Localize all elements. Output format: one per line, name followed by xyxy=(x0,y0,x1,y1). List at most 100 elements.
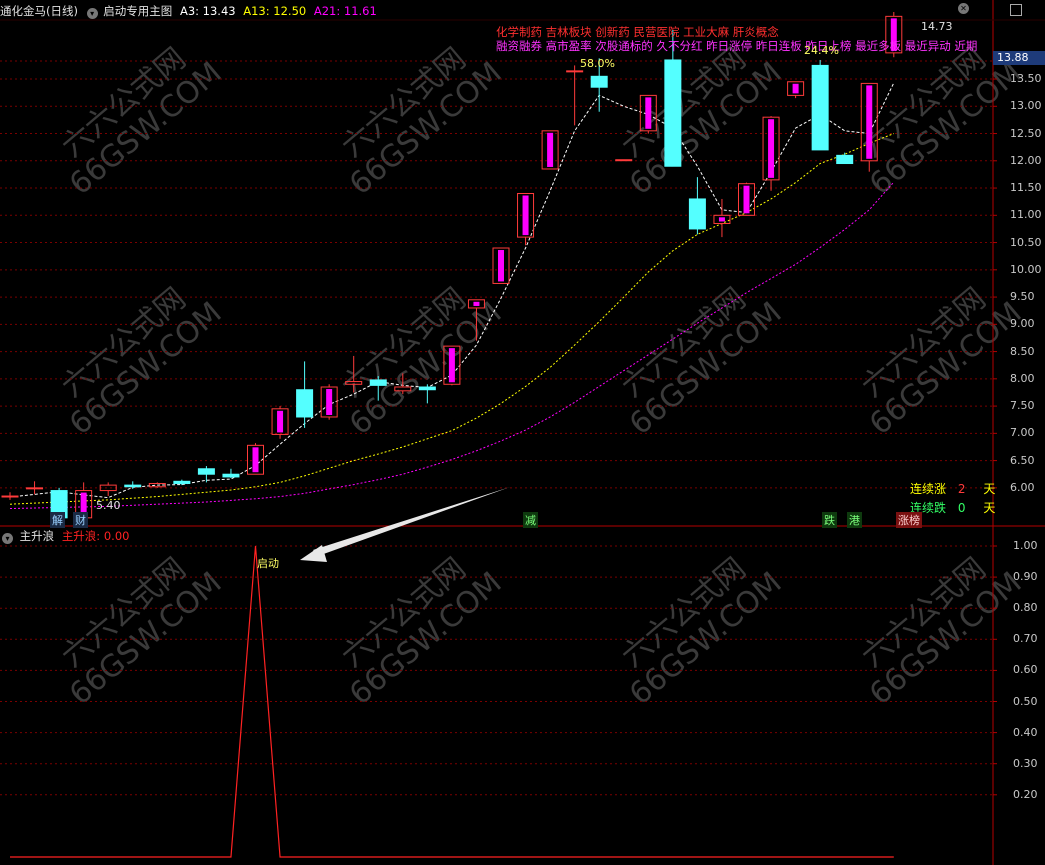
start-signal-label: 启动 xyxy=(257,557,279,570)
pointer-arrow-layer xyxy=(300,487,510,562)
sub-tick-label: 0.20 xyxy=(1013,787,1038,801)
price-tick-label: 7.00 xyxy=(1010,426,1035,440)
candle xyxy=(124,481,142,489)
candle-body-down xyxy=(296,389,314,418)
sub-tick-label: 0.40 xyxy=(1013,725,1038,739)
candle-body-fill xyxy=(277,410,284,433)
chart-canvas[interactable]: 六六公式网66GSW.COM 六六公式网66GSW.COM 六六公式网66GSW.C… xyxy=(0,0,1045,865)
price-tick-label: 10.00 xyxy=(1010,262,1042,276)
event-tag-gang[interactable]: 港 xyxy=(847,512,862,528)
candle-body-down xyxy=(811,64,829,151)
chevron-down-icon[interactable]: ▾ xyxy=(2,533,13,544)
candle xyxy=(713,198,731,238)
candle xyxy=(99,482,117,497)
candle-body-fill xyxy=(768,119,775,178)
sub-chart-header: ▾ 主升浪 主升浪: 0.00 xyxy=(0,528,129,544)
price-tick-label: 10.50 xyxy=(1010,235,1042,249)
streak-up-unit: 天 xyxy=(983,482,996,496)
candle xyxy=(541,130,559,170)
streak-up-value: 2 xyxy=(957,482,966,496)
watermark: 六六公式网66GSW.COM xyxy=(615,281,788,442)
watermark: 六六公式网66GSW.COM xyxy=(335,551,508,712)
indicator-title[interactable]: 启动专用主图 xyxy=(103,4,172,18)
price-tick-label: 13.00 xyxy=(1010,99,1042,113)
watermark: 六六公式网66GSW.COM xyxy=(335,41,508,202)
ma3-label: A3: 13.43 xyxy=(179,4,236,18)
gain-58-label: 58.0% xyxy=(580,57,615,70)
candle xyxy=(762,116,780,191)
price-tick-label: 6.50 xyxy=(1010,453,1035,467)
candle-body-down xyxy=(222,473,240,478)
sub-tick-label: 0.50 xyxy=(1013,694,1038,708)
candle-body-fill xyxy=(743,185,750,214)
price-tick-label: 9.00 xyxy=(1010,317,1035,331)
candle xyxy=(271,406,289,439)
candle xyxy=(615,159,633,162)
candle xyxy=(26,481,44,495)
current-price-label: 13.88 xyxy=(993,51,1045,65)
streak-down-value: 0 xyxy=(957,501,966,515)
candle-body-down xyxy=(173,480,191,484)
candle-body-down xyxy=(197,468,215,475)
watermark: 六六公式网66GSW.COM xyxy=(855,551,1028,712)
streak-up-label: 连续涨 xyxy=(910,482,947,496)
candle xyxy=(836,152,854,165)
candle xyxy=(247,443,264,475)
candle xyxy=(811,59,829,151)
watermark: 六六公式网66GSW.COM xyxy=(855,281,1028,442)
candle-body-fill xyxy=(718,217,725,222)
candle xyxy=(296,361,314,428)
sub-tick-label: 0.90 xyxy=(1013,570,1038,584)
sub-chart-title[interactable]: 主升浪 xyxy=(20,529,55,543)
watermark: 六六公式网66GSW.COM xyxy=(55,551,228,712)
price-tick-label: 9.50 xyxy=(1010,290,1035,304)
price-tick-label: 11.00 xyxy=(1010,208,1042,222)
candle-body-down xyxy=(369,379,387,386)
candle-body-up xyxy=(615,159,633,162)
candle-body-up xyxy=(99,484,117,492)
event-tag-jie[interactable]: 解 xyxy=(50,512,65,528)
event-tag-die[interactable]: 跌 xyxy=(822,512,837,528)
gain-24-label: 24.4% xyxy=(804,44,839,57)
watermark: 六六公式网66GSW.COM xyxy=(55,281,228,442)
maximize-icon[interactable] xyxy=(1010,4,1022,16)
candle xyxy=(787,81,805,99)
candle xyxy=(492,247,510,284)
price-tick-label: 11.50 xyxy=(1010,181,1042,195)
close-icon[interactable]: ✕ xyxy=(958,3,969,14)
streak-down-unit: 天 xyxy=(983,501,996,515)
candle-body-down xyxy=(418,386,436,391)
high-price-label: 14.73 xyxy=(921,20,953,33)
ma21-label: A21: 11.61 xyxy=(313,4,377,18)
candle-body-fill xyxy=(792,83,799,94)
watermark-layer: 六六公式网66GSW.COM 六六公式网66GSW.COM 六六公式网66GSW.C… xyxy=(55,41,1028,712)
candle-body-down xyxy=(124,484,142,488)
sub-tick-label: 0.70 xyxy=(1013,632,1038,646)
candle-body-fill xyxy=(252,447,259,473)
event-tag-jian[interactable]: 减 xyxy=(523,512,538,528)
event-tag-cai[interactable]: 财 xyxy=(73,512,88,528)
sub-tick-label: 0.60 xyxy=(1013,663,1038,677)
candle-body-fill xyxy=(498,250,504,282)
candle-body-down xyxy=(688,198,706,230)
candle-body-fill xyxy=(645,97,652,129)
watermark: 六六公式网66GSW.COM xyxy=(55,41,228,202)
candle-body-down xyxy=(664,59,682,167)
stock-chart-window: 六六公式网 66GSW.COM 六六公式网 66GSW.COM 六六公式网 66GSW.C… xyxy=(0,0,1045,865)
candle-body-fill xyxy=(547,132,554,167)
candle-body-fill xyxy=(866,85,873,159)
price-tick-label: 6.00 xyxy=(1010,480,1035,494)
price-tick-label: 7.50 xyxy=(1010,399,1035,413)
streak-down-row: 连续跌 0 天 xyxy=(910,499,995,516)
candle-body-fill xyxy=(448,348,455,383)
sub-tick-label: 0.80 xyxy=(1013,601,1038,615)
candle-body-up xyxy=(1,495,19,498)
price-tick-label: 12.50 xyxy=(1010,126,1042,140)
chevron-down-icon[interactable]: ▾ xyxy=(86,8,98,19)
candle-body-fill xyxy=(326,389,333,415)
event-tag-zhangbang[interactable]: 涨榜 xyxy=(896,512,922,528)
stock-title[interactable]: 通化金马(日线) xyxy=(0,4,78,18)
candle-body-down xyxy=(590,75,608,88)
candle-body-down xyxy=(836,154,854,165)
streak-up-row: 连续涨 2 天 xyxy=(910,480,995,497)
